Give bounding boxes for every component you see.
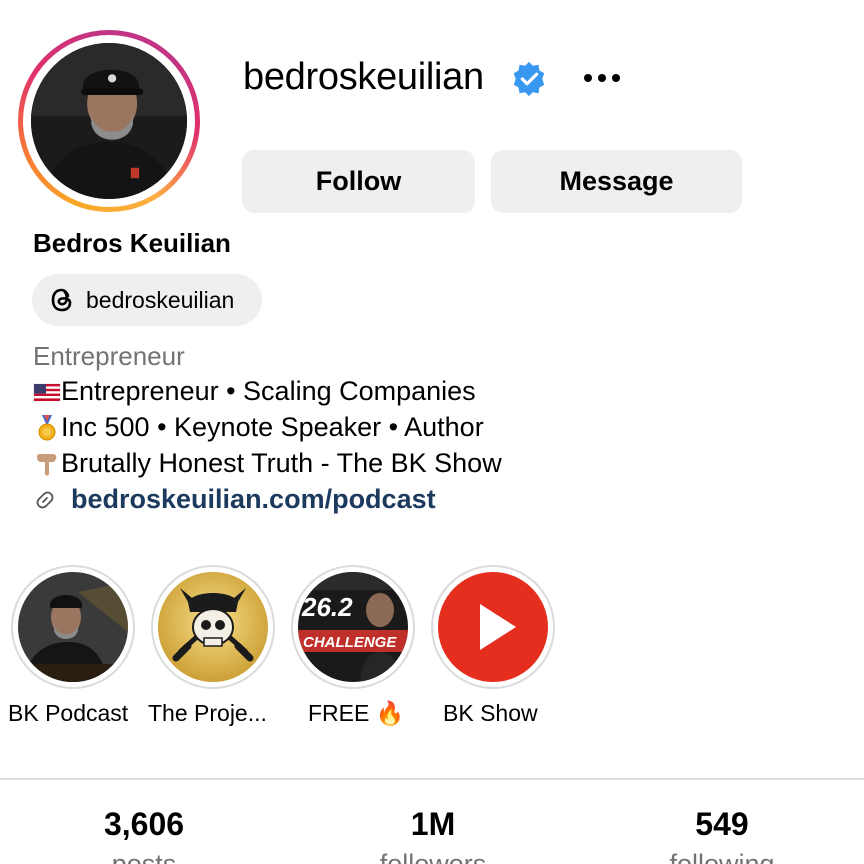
verified-badge-icon	[513, 61, 545, 97]
stat-label: posts	[111, 849, 177, 864]
stat-followers[interactable]: 1M followers	[323, 806, 543, 864]
highlight-challenge-art: 26.2 CHALLENGE	[298, 572, 408, 682]
highlight-label: The Proje...	[148, 700, 267, 726]
highlight-bk-podcast[interactable]	[11, 565, 135, 689]
stat-label: following	[669, 849, 775, 864]
profile-avatar	[31, 43, 187, 199]
stat-following[interactable]: 549 following	[612, 806, 832, 864]
highlight-podcast-art	[18, 572, 128, 682]
challenge-number: 26.2	[301, 592, 353, 622]
stat-label: followers	[379, 849, 487, 864]
bio-text: Inc 500 • Keynote Speaker • Author	[61, 412, 484, 442]
bio-line: Inc 500 • Keynote Speaker • Author	[33, 412, 484, 443]
flag-us-icon	[33, 383, 61, 401]
follow-button[interactable]: Follow	[242, 150, 475, 213]
highlight-cover	[438, 572, 548, 682]
stat-value: 549	[695, 806, 749, 842]
profile-avatar-ring[interactable]	[18, 30, 200, 212]
profile-website-link[interactable]: bedroskeuilian.com/podcast	[71, 484, 436, 515]
message-button[interactable]: Message	[491, 150, 742, 213]
profile-link-row: bedroskeuilian.com/podcast	[33, 484, 436, 515]
highlight-label: BK Show	[443, 700, 538, 726]
highlight-the-project[interactable]	[151, 565, 275, 689]
more-options-icon[interactable]	[578, 62, 626, 94]
bio-line: Entrepreneur • Scaling Companies	[33, 376, 476, 407]
play-icon	[438, 572, 548, 682]
threads-handle: bedroskeuilian	[86, 286, 235, 313]
threads-profile-link[interactable]: bedroskeuilian	[32, 274, 262, 326]
highlight-free[interactable]: 26.2 CHALLENGE	[291, 565, 415, 689]
highlight-label: FREE 🔥	[308, 700, 405, 726]
avatar-inner	[23, 35, 195, 207]
highlight-label: BK Podcast	[8, 700, 129, 726]
bio-line: Brutally Honest Truth - The BK Show	[33, 448, 502, 479]
highlight-bk-show[interactable]	[431, 565, 555, 689]
highlight-cover	[158, 572, 268, 682]
stat-value: 3,606	[103, 806, 185, 842]
profile-display-name: Bedros Keuilian	[33, 228, 231, 258]
pointing-down-icon	[37, 453, 57, 475]
highlight-cover	[18, 572, 128, 682]
highlight-skull-art	[158, 572, 268, 682]
stat-value: 1M	[410, 806, 456, 842]
profile-username: bedroskeuilian	[243, 56, 484, 98]
avatar-photo-art	[31, 43, 187, 199]
bio-text: Brutally Honest Truth - The BK Show	[61, 448, 502, 478]
threads-icon	[51, 288, 72, 312]
section-divider	[0, 778, 864, 780]
link-icon	[36, 491, 54, 508]
stat-posts[interactable]: 3,606 posts	[34, 806, 254, 864]
challenge-text: CHALLENGE	[303, 634, 397, 651]
profile-category: Entrepreneur	[33, 341, 185, 371]
medal-icon	[38, 414, 56, 440]
highlight-cover: 26.2 CHALLENGE	[298, 572, 408, 682]
bio-text: Entrepreneur • Scaling Companies	[61, 376, 476, 406]
